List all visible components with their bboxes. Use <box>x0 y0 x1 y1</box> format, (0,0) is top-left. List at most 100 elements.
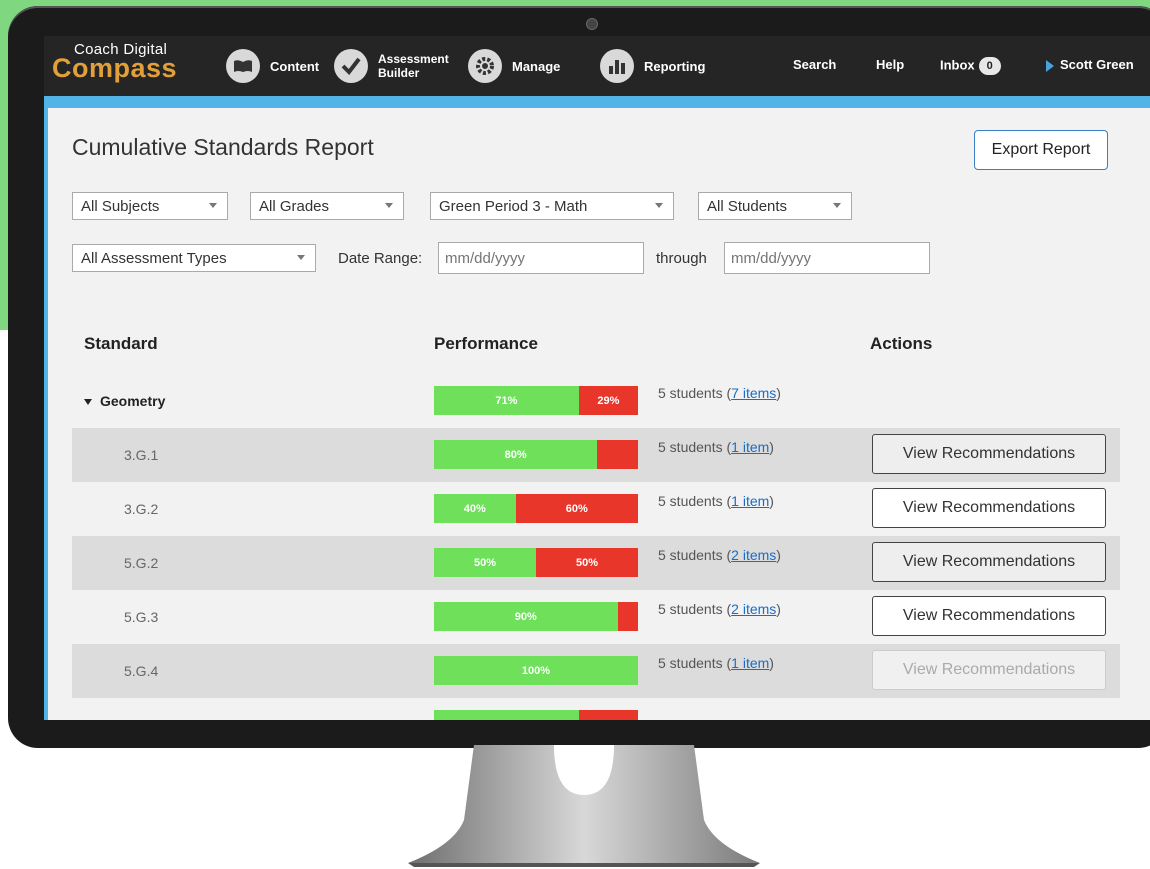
items-link[interactable]: 2 items <box>731 601 776 617</box>
students-count: 5 students (1 item) <box>658 439 774 455</box>
bar-proficient-segment <box>434 710 579 720</box>
bar-proficient-label: 71% <box>495 394 518 407</box>
date-range-label: Date Range: <box>338 250 423 267</box>
items-link[interactable]: 2 items <box>731 547 776 563</box>
bar-proficient-segment: 90% <box>434 602 618 631</box>
chevron-down-icon <box>297 255 305 260</box>
export-report-button[interactable]: Export Report <box>974 130 1108 170</box>
app-logo[interactable]: Coach Digital Compass <box>50 41 190 91</box>
chevron-down-icon <box>833 203 841 208</box>
subject-select[interactable]: All Subjects <box>72 192 228 220</box>
items-link[interactable]: 1 item <box>731 439 769 455</box>
items-link[interactable]: 7 items <box>731 385 776 401</box>
nav-assessment-line2: Builder <box>378 66 420 80</box>
nav-help[interactable]: Help <box>876 57 904 72</box>
report-panel: Cumulative Standards Report Export Repor… <box>48 108 1150 720</box>
nav-content[interactable]: Content <box>226 46 319 86</box>
nav-inbox[interactable]: Inbox 0 <box>940 57 1001 75</box>
nav-user-menu[interactable]: Scott Green <box>1046 57 1134 72</box>
performance-bar: 40% 60% <box>434 494 638 523</box>
items-link[interactable]: 1 item <box>731 655 769 671</box>
view-recommendations-button[interactable]: View Recommendations <box>872 596 1106 636</box>
through-label: through <box>656 250 707 267</box>
standard-code: 3.G.2 <box>124 501 159 517</box>
grade-select[interactable]: All Grades <box>250 192 404 220</box>
class-select[interactable]: Green Period 3 - Math <box>430 192 674 220</box>
performance-bar: 50% 50% <box>434 548 638 577</box>
table-row: 5.G.3 90% 5 students (2 items) View Reco… <box>72 590 1120 644</box>
standard-code: 5.G.3 <box>124 609 159 625</box>
table-row: 5.G.2 50% 50% 5 students (2 items) View … <box>72 536 1120 590</box>
group-name: Geometry <box>100 393 166 409</box>
performance-bar: 71% 29% <box>434 386 638 415</box>
items-link[interactable]: 1 item <box>731 493 769 509</box>
monitor-frame: Coach Digital Compass Content Assessment… <box>8 6 1150 748</box>
logo-line-2: Compass <box>52 53 178 83</box>
screen: Coach Digital Compass Content Assessment… <box>44 36 1150 720</box>
bar-proficient-label: 50% <box>473 556 497 569</box>
bar-not-proficient-segment <box>597 440 638 469</box>
students-count: 5 students (1 item) <box>658 655 774 671</box>
students-suffix: ) <box>769 493 774 509</box>
subject-select-value: All Subjects <box>81 197 160 215</box>
bar-proficient-segment: 100% <box>434 656 638 685</box>
bar-not-proficient-label: 29% <box>597 394 620 407</box>
column-header-performance: Performance <box>434 334 538 353</box>
date-to-input[interactable] <box>724 242 930 274</box>
nav-search[interactable]: Search <box>793 57 836 72</box>
students-suffix: ) <box>776 547 781 563</box>
bar-not-proficient-segment: 29% <box>578 386 638 415</box>
performance-bar: 100% <box>434 656 638 685</box>
students-suffix: ) <box>769 439 774 455</box>
standard-group-row[interactable]: Geometry 71% 29% 5 students (7 items) <box>72 374 1120 428</box>
students-select[interactable]: All Students <box>698 192 852 220</box>
students-prefix: 5 students ( <box>658 493 732 509</box>
bar-not-proficient-segment <box>578 710 638 720</box>
page-title: Cumulative Standards Report <box>72 134 374 160</box>
user-arrow-icon <box>1046 59 1054 72</box>
nav-reporting-label: Reporting <box>644 58 706 74</box>
students-select-value: All Students <box>707 197 788 215</box>
students-count: 5 students (1 item) <box>658 493 774 509</box>
view-recommendations-button[interactable]: View Recommendations <box>872 434 1106 474</box>
group-toggle[interactable]: Geometry <box>84 393 165 409</box>
nav-content-label: Content <box>270 58 320 74</box>
students-prefix: 5 students ( <box>658 547 732 563</box>
students-prefix: 5 students ( <box>658 439 732 455</box>
standard-code: 5.G.2 <box>124 555 159 571</box>
standard-code: 5.G.4 <box>124 663 159 679</box>
bar-chart-icon <box>600 49 634 83</box>
bar-not-proficient-segment: 50% <box>536 548 638 577</box>
performance-bar: 90% <box>434 602 638 631</box>
webcam-icon <box>586 18 598 30</box>
view-recommendations-button[interactable]: View Recommendations <box>872 542 1106 582</box>
class-select-value: Green Period 3 - Math <box>439 197 588 215</box>
students-prefix: 5 students ( <box>658 601 732 617</box>
bar-proficient-segment: 71% <box>434 386 579 415</box>
table-row: 5.G.4 100% 5 students (1 item) View Reco… <box>72 644 1120 698</box>
nav-reporting[interactable]: Reporting <box>600 46 705 86</box>
students-prefix: 5 students ( <box>658 655 732 671</box>
bar-proficient-segment: 50% <box>434 548 536 577</box>
nav-manage[interactable]: Manage <box>468 46 560 86</box>
assessment-type-select[interactable]: All Assessment Types <box>72 244 316 272</box>
monitor-stand <box>408 745 760 867</box>
bar-proficient-segment: 80% <box>434 440 598 469</box>
bar-proficient-label: 90% <box>514 610 537 623</box>
bar-not-proficient-segment: 60% <box>515 494 638 523</box>
column-header-standard: Standard <box>84 334 158 353</box>
caret-down-icon <box>84 399 92 406</box>
nav-assessment-builder[interactable]: Assessment Builder <box>334 46 449 86</box>
view-recommendations-button[interactable]: View Recommendations <box>872 650 1106 690</box>
column-header-actions: Actions <box>870 334 933 353</box>
performance-bar <box>434 710 638 720</box>
chevron-down-icon <box>655 203 663 208</box>
bar-proficient-segment: 40% <box>434 494 516 523</box>
view-recommendations-button[interactable]: View Recommendations <box>872 488 1106 528</box>
nav-manage-label: Manage <box>512 58 561 74</box>
top-navbar: Coach Digital Compass Content Assessment… <box>44 36 1150 96</box>
date-from-input[interactable] <box>438 242 644 274</box>
nav-inbox-label: Inbox <box>940 57 975 73</box>
nav-assessment-line1: Assessment <box>378 52 449 66</box>
table-row: 3.G.1 80% 5 students (1 item) View Recom… <box>72 428 1120 482</box>
